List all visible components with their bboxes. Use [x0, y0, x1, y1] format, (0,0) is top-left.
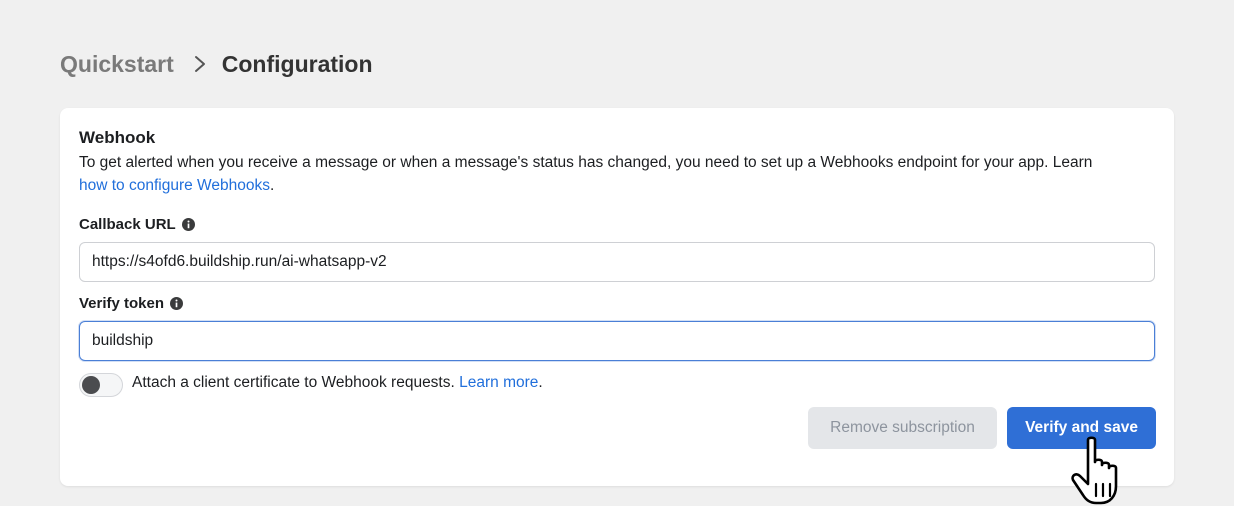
- verify-token-label: Verify token: [79, 295, 184, 312]
- page-title: Configuration: [221, 50, 373, 77]
- toggle-knob: [82, 376, 100, 394]
- chevron-right-icon: [194, 56, 205, 72]
- callback-url-label: Callback URL: [79, 216, 195, 233]
- breadcrumb: Quickstart Configuration: [60, 48, 373, 80]
- webhook-description: To get alerted when you receive a messag…: [79, 154, 1093, 194]
- client-certificate-toggle[interactable]: [79, 373, 123, 397]
- remove-subscription-button[interactable]: Remove subscription: [808, 407, 997, 449]
- info-icon[interactable]: [170, 297, 184, 310]
- hand-pointer-icon: [1071, 436, 1118, 505]
- webhook-title: Webhook: [79, 128, 156, 147]
- info-icon[interactable]: [181, 218, 195, 231]
- client-certificate-text: Attach a client certificate to Webhook r…: [132, 374, 543, 391]
- learn-more-link[interactable]: Learn more: [459, 374, 538, 391]
- webhook-card: Webhook To get alerted when you receive …: [60, 108, 1174, 486]
- callback-url-input[interactable]: [79, 242, 1155, 282]
- verify-token-input[interactable]: [79, 321, 1155, 361]
- breadcrumb-quickstart-link[interactable]: Quickstart: [60, 51, 174, 78]
- configure-webhooks-link[interactable]: how to configure Webhooks: [79, 177, 270, 194]
